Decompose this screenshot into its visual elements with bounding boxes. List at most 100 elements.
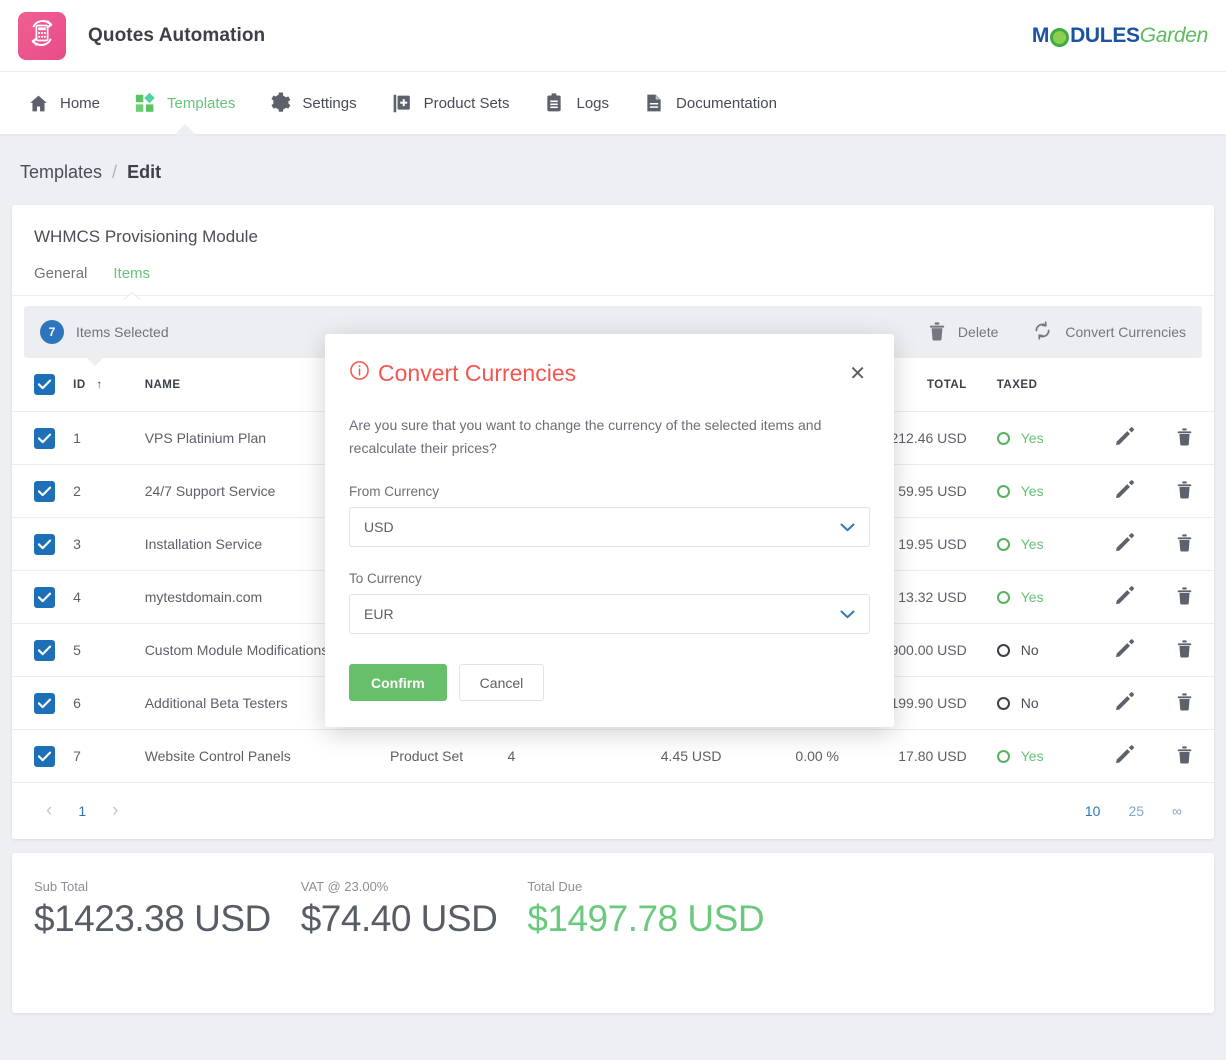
row-checkbox[interactable] <box>34 428 55 449</box>
cell-tax: 0.00 % <box>729 730 847 783</box>
to-currency-select[interactable]: EUR <box>349 594 870 634</box>
refresh-cycle-icon <box>1032 320 1053 344</box>
cell-taxed: No <box>975 624 1096 677</box>
header-id[interactable]: ID ↑ <box>65 358 137 412</box>
edit-pencil-icon[interactable] <box>1115 692 1134 711</box>
row-checkbox[interactable] <box>34 534 55 555</box>
nav-item-settings[interactable]: Settings <box>252 72 373 134</box>
cell-taxed: Yes <box>975 571 1096 624</box>
modal-body-text: Are you sure that you want to change the… <box>349 414 870 460</box>
edit-pencil-icon[interactable] <box>1115 533 1134 552</box>
nav-label-logs: Logs <box>576 95 609 112</box>
taxed-status: Yes <box>997 483 1088 499</box>
nav-item-templates[interactable]: Templates <box>117 72 252 134</box>
row-trash-icon[interactable] <box>1176 427 1193 446</box>
summary-label: Total Due <box>527 879 764 894</box>
taxed-status: Yes <box>997 589 1088 605</box>
home-icon <box>27 92 49 114</box>
header-taxed[interactable]: TAXED <box>975 358 1096 412</box>
cell-edit <box>1095 624 1154 677</box>
page-size-10[interactable]: 10 <box>1075 803 1111 819</box>
status-ring-icon <box>997 750 1010 763</box>
nav-item-documentation[interactable]: Documentation <box>626 72 794 134</box>
gear-icon <box>269 92 291 114</box>
modal-title: Convert Currencies <box>349 360 576 387</box>
cell-delete <box>1155 412 1214 465</box>
globe-icon <box>1050 28 1069 47</box>
row-trash-icon[interactable] <box>1176 586 1193 605</box>
chevron-right-icon[interactable]: › <box>100 800 130 822</box>
nav-item-logs[interactable]: Logs <box>526 72 626 134</box>
delete-button[interactable]: Delete <box>928 321 998 344</box>
modal-header: Convert Currencies ✕ <box>349 360 870 388</box>
page-number-1[interactable]: 1 <box>64 803 100 819</box>
row-checkbox[interactable] <box>34 640 55 661</box>
summary-total-due: Total Due $1497.78 USD <box>527 879 764 979</box>
row-select-cell <box>12 624 65 677</box>
row-trash-icon[interactable] <box>1176 692 1193 711</box>
tab-items[interactable]: Items <box>113 265 150 295</box>
breadcrumb-parent[interactable]: Templates <box>20 162 102 183</box>
edit-pencil-icon[interactable] <box>1115 586 1134 605</box>
edit-pencil-icon[interactable] <box>1115 745 1134 764</box>
nav-item-home[interactable]: Home <box>10 72 117 134</box>
taxed-status: Yes <box>997 748 1088 764</box>
row-checkbox[interactable] <box>34 481 55 502</box>
row-checkbox[interactable] <box>34 587 55 608</box>
row-select-cell <box>12 412 65 465</box>
app-logo <box>18 12 66 60</box>
row-trash-icon[interactable] <box>1176 639 1193 658</box>
edit-pencil-icon[interactable] <box>1115 480 1134 499</box>
cell-taxed: Yes <box>975 730 1096 783</box>
row-trash-icon[interactable] <box>1176 480 1193 499</box>
from-currency-value: USD <box>364 519 394 535</box>
tab-general[interactable]: General <box>34 265 87 295</box>
cell-name: Website Control Panels <box>137 730 382 783</box>
summary-sub-total: Sub Total $1423.38 USD <box>34 879 271 979</box>
breadcrumb-current: Edit <box>127 162 161 183</box>
cancel-button[interactable]: Cancel <box>459 664 545 701</box>
summary-value: $1497.78 USD <box>527 898 764 940</box>
nav-label-settings: Settings <box>302 95 356 112</box>
nav-item-product-sets[interactable]: Product Sets <box>374 72 527 134</box>
status-ring-icon <box>997 432 1010 445</box>
from-currency-select[interactable]: USD <box>349 507 870 547</box>
page-size-25[interactable]: 25 <box>1118 803 1154 819</box>
select-all-checkbox[interactable] <box>34 374 55 395</box>
nav-label-documentation: Documentation <box>676 95 777 112</box>
cell-id: 5 <box>65 624 137 677</box>
page-root: Quotes Automation M DULES Garden Home <box>0 0 1226 1060</box>
cell-edit <box>1095 518 1154 571</box>
cell-delete <box>1155 518 1214 571</box>
templates-grid-icon <box>134 92 156 114</box>
cell-taxed: Yes <box>975 465 1096 518</box>
clipboard-icon <box>543 92 565 114</box>
chevron-left-icon[interactable]: ‹ <box>34 800 64 822</box>
row-checkbox[interactable] <box>34 693 55 714</box>
row-trash-icon[interactable] <box>1176 745 1193 764</box>
add-box-icon <box>391 92 413 114</box>
row-checkbox[interactable] <box>34 746 55 767</box>
chevron-down-icon <box>840 519 855 535</box>
card-tabs: General Items <box>12 247 1214 296</box>
card-title: WHMCS Provisioning Module <box>12 205 1214 247</box>
app-header: Quotes Automation M DULES Garden <box>0 0 1226 72</box>
delete-label: Delete <box>958 324 998 340</box>
row-trash-icon[interactable] <box>1176 533 1193 552</box>
status-ring-icon <box>997 538 1010 551</box>
edit-pencil-icon[interactable] <box>1115 427 1134 446</box>
nav-label-product-sets: Product Sets <box>424 95 510 112</box>
cell-total: 17.80 USD <box>847 730 975 783</box>
pagination: ‹ 1 › 10 25 ∞ <box>12 783 1214 839</box>
taxed-status: No <box>997 695 1088 711</box>
cell-edit <box>1095 730 1154 783</box>
taxed-label: Yes <box>1021 483 1044 499</box>
edit-pencil-icon[interactable] <box>1115 639 1134 658</box>
convert-currencies-button[interactable]: Convert Currencies <box>1032 320 1186 344</box>
confirm-button[interactable]: Confirm <box>349 664 447 701</box>
taxed-label: Yes <box>1021 536 1044 552</box>
brand-part-2: DULES <box>1070 24 1140 48</box>
close-icon[interactable]: ✕ <box>845 360 870 388</box>
totals-summary: Sub Total $1423.38 USD VAT @ 23.00% $74.… <box>12 853 1214 1013</box>
page-size-all[interactable]: ∞ <box>1162 803 1192 819</box>
